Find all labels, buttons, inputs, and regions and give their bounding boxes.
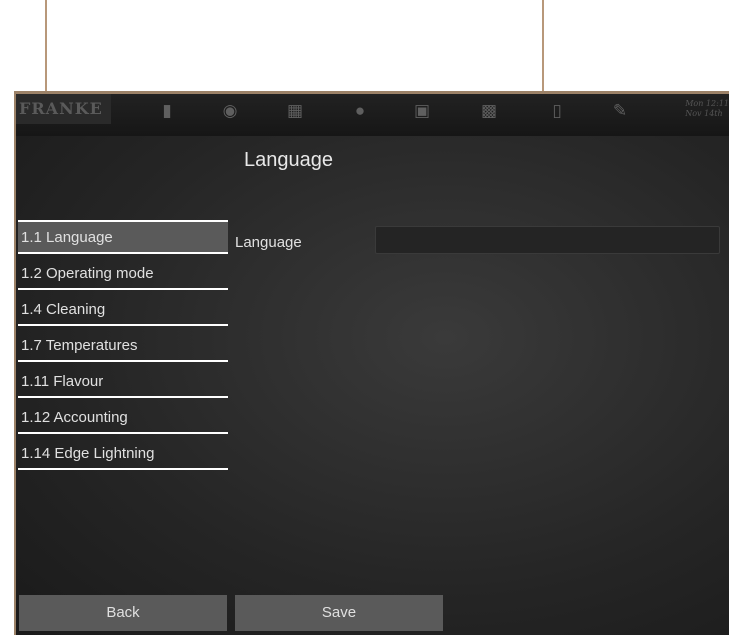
coffee-bean-icon[interactable]: ◉: [219, 100, 241, 122]
menu-item-cleaning[interactable]: 1.4 Cleaning: [18, 294, 228, 326]
franke-logo: FRANKE: [16, 94, 111, 124]
date-text: Nov 14th: [685, 109, 723, 118]
menu-item-temperatures[interactable]: 1.7 Temperatures: [18, 330, 228, 362]
device-screen: FRANKE ▮ ◉ ▦ ● ▣ ▩ ▯ ✎ Mon 12:11 Nov 14t…: [14, 91, 729, 635]
time-text: Mon 12:11: [685, 99, 729, 108]
back-button[interactable]: Back: [19, 595, 227, 631]
cups-icon[interactable]: ▣: [411, 100, 433, 122]
beverage-icon[interactable]: ▮: [156, 100, 178, 122]
language-label: Language: [235, 234, 302, 251]
language-select[interactable]: [375, 226, 720, 254]
cleaning-icon[interactable]: ▩: [478, 100, 500, 122]
top-bar: FRANKE ▮ ◉ ▦ ● ▣ ▩ ▯ ✎ Mon 12:11 Nov 14t…: [16, 94, 729, 136]
menu-item-accounting[interactable]: 1.12 Accounting: [18, 402, 228, 434]
save-button[interactable]: Save: [235, 595, 443, 631]
menu-item-edge-lightning[interactable]: 1.14 Edge Lightning: [18, 438, 228, 470]
menu-item-operating-mode[interactable]: 1.2 Operating mode: [18, 258, 228, 290]
menu-item-flavour[interactable]: 1.11 Flavour: [18, 366, 228, 398]
chocolate-icon[interactable]: ▦: [284, 100, 306, 122]
date-time: Mon 12:11 Nov 14th: [685, 99, 729, 119]
water-drop-icon[interactable]: ●: [349, 100, 371, 122]
menu-item-language[interactable]: 1.1 Language: [18, 222, 228, 254]
book-icon[interactable]: ▯: [546, 100, 568, 122]
wrench-icon[interactable]: ✎: [609, 100, 631, 122]
page-title: Language: [244, 149, 333, 171]
